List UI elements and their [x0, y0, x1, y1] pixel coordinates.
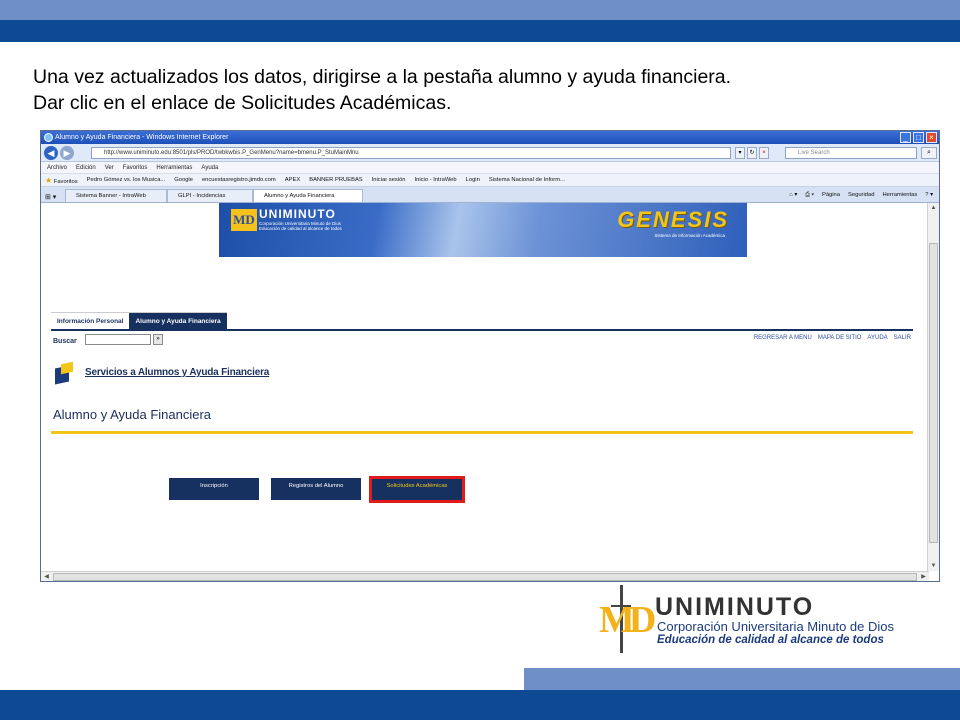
link-salir[interactable]: SALIR [894, 335, 911, 341]
link-ayuda[interactable]: AYUDA [867, 335, 887, 341]
scroll-up-icon[interactable]: ▲ [928, 203, 939, 213]
dropdown-icon[interactable]: ▾ [735, 147, 745, 159]
scroll-right-icon[interactable]: ▶ [918, 572, 929, 581]
favorites-bar: ★ Favoritos Pedro Gómez vs. los Musica..… [41, 174, 939, 187]
page-title: Alumno y Ayuda Financiera [53, 407, 212, 422]
top-links: REGRESAR A MENU MAPA DE SITIO AYUDA SALI… [754, 335, 911, 341]
menu-item-herramientas[interactable]: Herramientas [156, 162, 192, 173]
tabs-underline [51, 329, 913, 331]
favorites-label: Favoritos [53, 179, 78, 185]
menu-item-ayuda[interactable]: Ayuda [201, 162, 218, 173]
page-tabs: Información Personal Alumno y Ayuda Fina… [51, 312, 227, 329]
registros-alumno-button[interactable]: Registros del Alumno [271, 478, 361, 500]
gold-divider [51, 431, 913, 434]
menu-item-ver[interactable]: Ver [105, 162, 114, 173]
banner-brand: UNIMINUTO [259, 207, 336, 221]
logo-tagline: Educación de calidad al alcance de todos [657, 634, 884, 646]
inscripcion-button[interactable]: Inscripción [169, 478, 259, 500]
favorite-link[interactable]: Pedro Gómez vs. los Musica... [87, 174, 166, 186]
tools-menu[interactable]: Herramientas [882, 187, 917, 203]
genesis-logo: GENESIS [617, 207, 729, 232]
favorite-link[interactable]: Iniciar sesión [372, 174, 406, 186]
top-decor-bar-light [0, 0, 960, 20]
live-search-input[interactable]: Live Search [785, 147, 917, 159]
link-mapa-sitio[interactable]: MAPA DE SITIO [818, 335, 862, 341]
menu-item-archivo[interactable]: Archivo [47, 162, 67, 173]
address-buttons: ▾ ↻ × [735, 147, 769, 159]
instruction-line-2: Dar clic en el enlace de Solicitudes Aca… [33, 92, 452, 114]
favorite-link[interactable]: Inicio - IntraWeb [415, 174, 457, 186]
url-input[interactable]: http://www.uniminuto.edu:8501/pls/PROD/t… [91, 147, 731, 159]
print-icon[interactable]: ⎙ ▾ [805, 187, 814, 203]
favorites-button[interactable]: ★ Favoritos [45, 174, 78, 186]
favorite-link[interactable]: BANNER PRUEBAS [309, 174, 362, 186]
tab-informacion-personal[interactable]: Información Personal [51, 312, 130, 329]
scroll-down-icon[interactable]: ▼ [928, 561, 939, 571]
menu-item-edicion[interactable]: Edición [76, 162, 96, 173]
back-icon[interactable]: ◀ [44, 146, 58, 160]
favorite-link[interactable]: APEX [285, 174, 300, 186]
home-icon[interactable]: ⌂ ▾ [789, 187, 797, 203]
menu-item-favoritos[interactable]: Favoritos [123, 162, 148, 173]
logo-name: UNIMINUTO [655, 593, 815, 621]
horizontal-scrollbar[interactable]: ◀ ▶ [41, 571, 929, 581]
favorite-link[interactable]: Sistema Nacional de Inform... [489, 174, 565, 186]
banner-sub-line-2: Educación de calidad al alcance de todos [259, 226, 342, 231]
menu-bar: Archivo Edición Ver Favoritos Herramient… [41, 162, 939, 174]
link-regresar-menu[interactable]: REGRESAR A MENU [754, 335, 812, 341]
bottom-decor-bar-dark [0, 690, 960, 720]
minimize-icon[interactable]: _ [900, 132, 911, 143]
services-cube-icon [53, 361, 75, 385]
window-controls: _ □ × [900, 132, 937, 143]
refresh-icon[interactable]: ↻ [747, 147, 757, 159]
page-menu[interactable]: Página [822, 187, 840, 203]
browser-screenshot: Alumno y Ayuda Financiera - Windows Inte… [40, 130, 940, 582]
bottom-decor-bar-light [524, 668, 960, 690]
ie-icon [44, 133, 53, 142]
forward-icon[interactable]: ▶ [60, 146, 74, 160]
favorite-link[interactable]: Google [174, 174, 193, 186]
browser-tab[interactable]: Sistema Banner - IntraWeb [65, 189, 167, 202]
vertical-scroll-thumb[interactable] [929, 243, 938, 543]
window-titlebar: Alumno y Ayuda Financiera - Windows Inte… [41, 131, 939, 144]
top-decor-bar-dark [0, 20, 960, 42]
favorite-link[interactable]: Login [466, 174, 480, 186]
uniminuto-logo-mark: MD [231, 209, 257, 231]
address-bar: ◀ ▶ http://www.uniminuto.edu:8501/pls/PR… [41, 144, 939, 162]
command-bar: ⌂ ▾ ⎙ ▾ Página Seguridad Herramientas ? … [789, 187, 933, 203]
security-menu[interactable]: Seguridad [848, 187, 874, 203]
search-input[interactable] [85, 334, 151, 345]
page-content: MD UNIMINUTO Corporación Universitaria M… [41, 203, 929, 571]
browser-tab-active[interactable]: Alumno y Ayuda Financiera [253, 189, 363, 202]
maximize-icon[interactable]: □ [913, 132, 924, 143]
genesis-subtitle: Sistema de Información Académica [654, 233, 725, 238]
instructions-text: Una vez actualizados los datos, dirigirs… [33, 64, 933, 116]
services-title-link[interactable]: Servicios a Alumnos y Ayuda Financiera [85, 367, 269, 378]
logo-mark: MD [599, 599, 656, 641]
genesis-banner: MD UNIMINUTO Corporación Universitaria M… [219, 203, 747, 257]
horizontal-scroll-thumb[interactable] [53, 573, 917, 581]
slide: Una vez actualizados los datos, dirigirs… [0, 0, 960, 720]
help-icon[interactable]: ? ▾ [925, 187, 933, 203]
stop-icon[interactable]: × [759, 147, 769, 159]
search-label: Buscar [53, 338, 77, 345]
scroll-left-icon[interactable]: ◀ [41, 572, 52, 581]
window-title: Alumno y Ayuda Financiera - Windows Inte… [55, 134, 229, 141]
browser-tab-bar: ⊞ ▾ Sistema Banner - IntraWeb GLPI - Inc… [41, 187, 939, 203]
cube-face-gold [61, 361, 73, 375]
browser-tab[interactable]: GLPI - Incidencias [167, 189, 253, 202]
search-go-button[interactable]: » [153, 334, 163, 345]
uniminuto-footer-logo: MD UNIMINUTO Corporación Universitaria M… [595, 585, 925, 665]
star-icon: ★ [45, 176, 53, 185]
logo-subtitle: Corporación Universitaria Minuto de Dios [657, 619, 894, 634]
instruction-line-1: Una vez actualizados los datos, dirigirs… [33, 66, 732, 88]
search-icon[interactable]: ⌕ [921, 147, 937, 159]
vertical-scrollbar[interactable]: ▲ ▼ [927, 203, 939, 571]
banner-subtitle: Corporación Universitaria Minuto de Dios… [259, 221, 342, 231]
close-icon[interactable]: × [926, 132, 937, 143]
tab-alumno-ayuda-financiera[interactable]: Alumno y Ayuda Financiera [129, 312, 227, 329]
highlight-frame [369, 476, 465, 503]
favorite-link[interactable]: encuestasregistro.jimdo.com [202, 174, 276, 186]
